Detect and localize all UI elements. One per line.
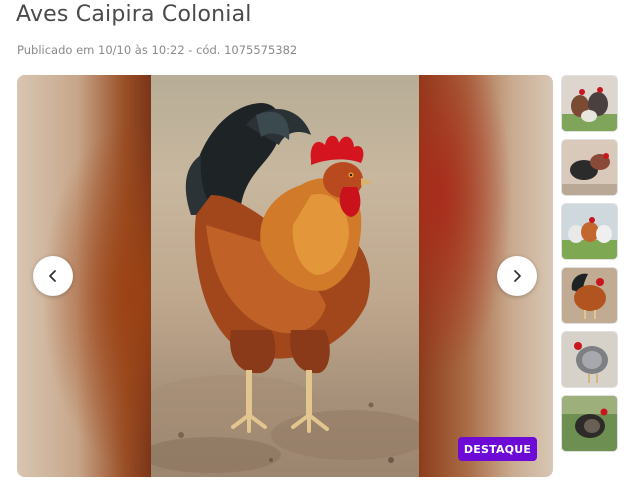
previous-image-button[interactable]: [33, 256, 73, 296]
rooster-photo: [151, 103, 419, 473]
thumbnail-6[interactable]: [561, 395, 618, 452]
featured-badge: DESTAQUE: [458, 437, 537, 461]
thumbnail-5[interactable]: [561, 331, 618, 388]
listing-meta: Publicado em 10/10 às 10:22 - cód. 10755…: [17, 43, 298, 57]
listing-title: Aves Caipira Colonial: [16, 2, 252, 27]
thumbnail-image: [562, 76, 617, 131]
main-photo[interactable]: [151, 75, 419, 477]
next-image-button[interactable]: [497, 256, 537, 296]
thumbnail-1[interactable]: [561, 75, 618, 132]
thumbnail-image: [562, 268, 617, 323]
thumbnail-image: [562, 332, 617, 387]
thumbnail-image: [562, 396, 617, 451]
thumbnail-2[interactable]: [561, 139, 618, 196]
chevron-right-icon: [514, 270, 521, 282]
image-gallery[interactable]: DESTAQUE: [17, 75, 553, 477]
chevron-left-icon: [49, 270, 56, 282]
thumbnail-image: [562, 204, 617, 259]
thumbnail-4[interactable]: [561, 267, 618, 324]
thumbnail-image: [562, 140, 617, 195]
thumbnail-3[interactable]: [561, 203, 618, 260]
